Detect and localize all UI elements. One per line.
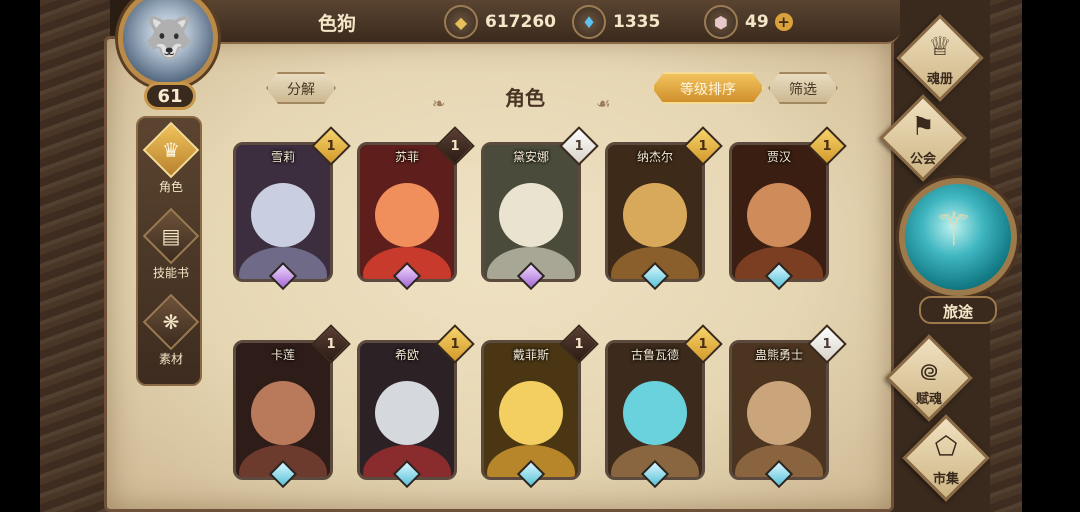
helmet-icon: ♛ [162, 138, 180, 162]
decompose-button[interactable]: 分解 [266, 72, 336, 104]
trident-icon: ⚚ [933, 202, 975, 256]
player-level-badge: 61 [144, 82, 196, 110]
hero-card[interactable]: 戴菲斯 1 [481, 324, 599, 489]
hero-card[interactable]: 黛安娜 1 [481, 126, 599, 291]
rank-number: 1 [450, 139, 460, 154]
hero-portrait [360, 145, 454, 279]
hero-card[interactable]: 蛊熊勇士 1 [729, 324, 847, 489]
nav-item-label: 角色 [158, 180, 183, 194]
game-screen: 色狗 ◆ 617260 ♦ 1335 ⬢ 49 + 🐺 61 ♛ 角色 ▤ 技能… [0, 0, 1080, 512]
stone-amount: 49 [745, 12, 769, 32]
hero-portrait [484, 145, 578, 279]
hero-card[interactable]: 古鲁瓦德 1 [605, 324, 723, 489]
blue-crystal-icon: ♦ [572, 5, 606, 39]
pink-stone-icon: ⬢ [704, 5, 738, 39]
guild-button[interactable]: ⚑ 公会 [870, 94, 980, 182]
level-sort-button[interactable]: 等级排序 [652, 72, 764, 104]
rank-number: 1 [574, 139, 584, 154]
hero-card[interactable]: 苏菲 1 [357, 126, 475, 291]
gold-resource: ◆ 617260 [444, 5, 556, 39]
left-nav: ♛ 角色 ▤ 技能书 ❋ 素材 [136, 116, 202, 386]
rank-number: 1 [698, 139, 708, 154]
menu-label: 魂册 [926, 72, 953, 87]
hero-portrait [608, 145, 702, 279]
title-flourish-left-icon: ❧ [432, 94, 446, 113]
rank-number: 1 [326, 337, 336, 352]
nav-item-skill-books[interactable]: ▤ 技能书 [138, 207, 204, 286]
hero-portrait [484, 343, 578, 477]
book-icon: ▤ [161, 224, 181, 248]
journey-button[interactable]: ⚚ 旅途 [895, 176, 1019, 326]
hero-portrait [732, 343, 826, 477]
title-flourish-right-icon: ☙ [596, 94, 611, 113]
stone-resource: ⬢ 49 + [704, 5, 793, 39]
soul-book-icon: ♕ [928, 32, 952, 62]
soul-book-button[interactable]: ♕ 魂册 [887, 14, 997, 102]
market-button[interactable]: ⬠ 市集 [893, 414, 1003, 502]
gem-amount: 1335 [613, 12, 661, 32]
rank-number: 1 [822, 139, 832, 154]
journey-label: 旅途 [919, 296, 997, 324]
add-stone-button[interactable]: + [774, 13, 793, 31]
hero-portrait [608, 343, 702, 477]
menu-label: 公会 [909, 152, 936, 167]
nav-item-label: 素材 [158, 352, 183, 366]
gold-coin-icon: ◆ [444, 5, 478, 39]
guild-icon: ⚑ [911, 112, 935, 142]
left-wood-border [40, 0, 110, 512]
filter-button[interactable]: 筛选 [768, 72, 838, 104]
nav-item-label: 技能书 [152, 266, 189, 280]
hero-card[interactable]: 卡莲 1 [233, 324, 351, 489]
rank-number: 1 [698, 337, 708, 352]
nav-item-materials[interactable]: ❋ 素材 [138, 293, 204, 372]
rank-number: 1 [450, 337, 460, 352]
menu-label: 市集 [932, 472, 959, 487]
hero-card[interactable]: 纳杰尔 1 [605, 126, 723, 291]
rank-number: 1 [822, 337, 832, 352]
player-name: 色狗 [318, 13, 357, 35]
hero-portrait [360, 343, 454, 477]
hero-card[interactable]: 贾汉 1 [729, 126, 847, 291]
material-icon: ❋ [162, 310, 180, 334]
gold-amount: 617260 [485, 12, 556, 32]
rank-number: 1 [326, 139, 336, 154]
wolf-avatar-icon: 🐺 [144, 15, 194, 61]
hero-card[interactable]: 雪莉 1 [233, 126, 351, 291]
gem-resource: ♦ 1335 [572, 5, 660, 39]
market-icon: ⬠ [934, 432, 958, 462]
nav-item-characters[interactable]: ♛ 角色 [138, 121, 204, 200]
hero-portrait [732, 145, 826, 279]
hero-portrait [236, 343, 330, 477]
menu-label: 赋魂 [915, 392, 942, 407]
soul-infuse-button[interactable]: ᪤ 赋魂 [876, 334, 986, 422]
rank-number: 1 [574, 337, 584, 352]
page-title: 角色 [505, 86, 545, 110]
hero-portrait [236, 145, 330, 279]
hero-card[interactable]: 希欧 1 [357, 324, 475, 489]
